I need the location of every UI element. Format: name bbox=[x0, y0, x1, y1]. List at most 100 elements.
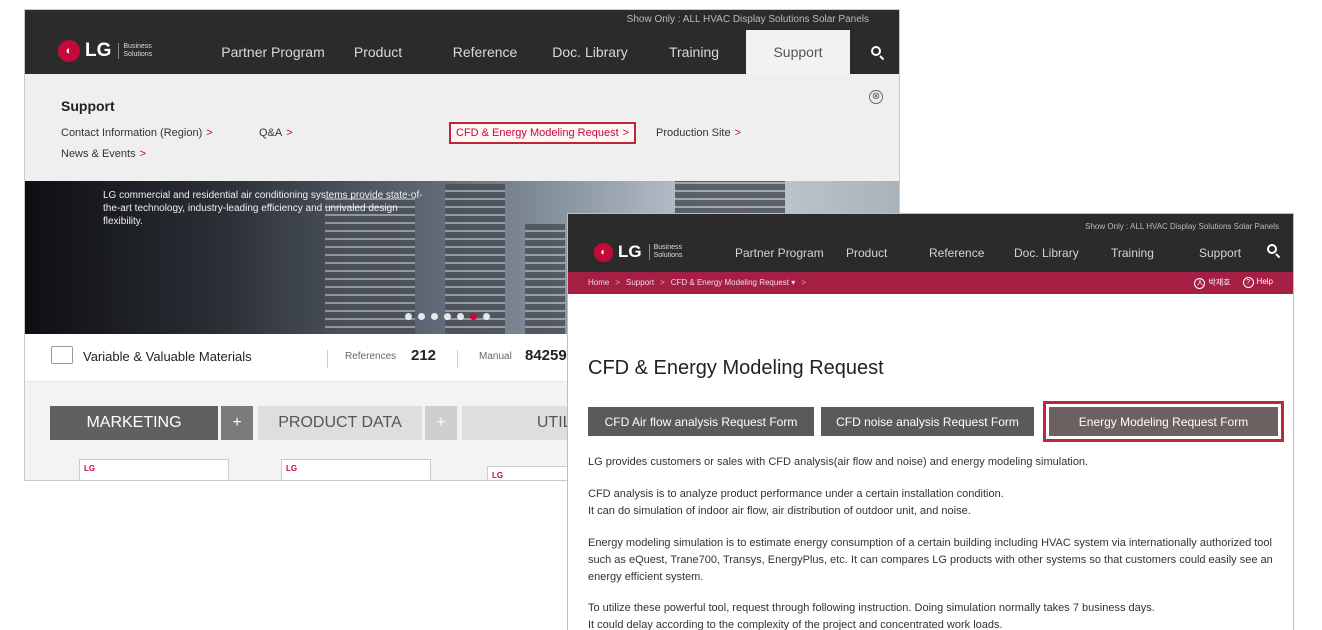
energy-modeling-form-button[interactable]: Energy Modeling Request Form bbox=[1043, 401, 1284, 442]
hero-text: LG commercial and residential air condit… bbox=[103, 190, 423, 227]
cfd-noise-form-button[interactable]: CFD noise analysis Request Form bbox=[821, 407, 1034, 436]
hero-unit-image bbox=[445, 184, 505, 334]
chevron-right-icon: > bbox=[286, 127, 293, 139]
link-contact-information[interactable]: Contact Information (Region) > bbox=[61, 127, 213, 139]
link-news-label: News & Events bbox=[61, 148, 136, 160]
cfd-description-line-1: CFD analysis is to analyze product perfo… bbox=[588, 488, 1004, 500]
nav-training[interactable]: Training bbox=[1111, 246, 1154, 260]
chevron-right-icon: > bbox=[139, 148, 147, 160]
chevron-right-icon: > bbox=[734, 127, 742, 139]
user-name: 박재호 bbox=[1208, 278, 1231, 287]
lg-logo[interactable]: ◐ LG Business Solutions bbox=[58, 40, 162, 62]
link-qa[interactable]: Q&A > bbox=[259, 127, 293, 139]
link-qa-label: Q&A bbox=[259, 127, 283, 139]
breadcrumb: Home > Support > CFD & Energy Modeling Reque… bbox=[588, 278, 812, 287]
carousel-dot[interactable] bbox=[405, 313, 412, 320]
cfd-description-line-2: It can do simulation of indoor air flow,… bbox=[588, 505, 971, 517]
nav-product[interactable]: Product bbox=[846, 246, 887, 260]
instruction-line-2: It could delay according to the complexi… bbox=[588, 619, 1003, 630]
link-cfd-label: CFD & Energy Modeling Request bbox=[456, 127, 619, 139]
chevron-right-icon: > bbox=[622, 127, 630, 139]
manual-count: 84259 bbox=[525, 347, 567, 364]
tab-marketing-expand[interactable]: + bbox=[221, 406, 253, 440]
card-lg-logo: LG bbox=[84, 464, 96, 473]
screenshot-canvas: Show Only : ALL HVAC Display Solutions S… bbox=[0, 0, 1322, 630]
help-label: Help bbox=[1256, 277, 1273, 287]
tab-marketing[interactable]: MARKETING bbox=[50, 406, 218, 440]
nav-partner-program[interactable]: Partner Program bbox=[735, 246, 824, 260]
search-button[interactable] bbox=[1267, 244, 1285, 262]
carousel-dots bbox=[405, 313, 490, 320]
lg-logo-subtitle: Business Solutions bbox=[118, 43, 162, 59]
breadcrumb-bar: Home > Support > CFD & Energy Modeling Reque… bbox=[568, 272, 1293, 294]
references-count: 212 bbox=[411, 347, 437, 364]
breadcrumb-support[interactable]: Support bbox=[626, 278, 654, 287]
help-link[interactable]: ? Help bbox=[1242, 277, 1273, 289]
divider bbox=[457, 350, 458, 368]
user-menu[interactable]: 人 박재호 bbox=[1194, 277, 1231, 289]
breadcrumb-current[interactable]: CFD & Energy Modeling Request ▾ bbox=[671, 278, 796, 287]
nav-reference[interactable]: Reference bbox=[929, 246, 984, 260]
hero-unit-image bbox=[525, 224, 565, 334]
nav-training[interactable]: Training bbox=[655, 30, 733, 74]
link-contact-label: Contact Information (Region) bbox=[61, 127, 203, 139]
link-news-events[interactable]: News & Events > bbox=[61, 148, 146, 160]
nav-support[interactable]: Support bbox=[1199, 246, 1241, 260]
carousel-dot-active[interactable] bbox=[470, 313, 477, 320]
energy-description: Energy modeling simulation is to estimat… bbox=[588, 537, 1273, 583]
tab-product-data-expand[interactable]: + bbox=[425, 406, 457, 440]
show-only-filters[interactable]: Show Only : ALL HVAC Display Solutions S… bbox=[1085, 222, 1279, 231]
folder-icon bbox=[51, 346, 73, 364]
document-card[interactable]: LG bbox=[487, 466, 577, 480]
lg-logo[interactable]: ◐ LG Business Solutions bbox=[594, 242, 689, 262]
link-production-site[interactable]: Production Site > bbox=[656, 127, 741, 139]
tab-product-data[interactable]: PRODUCT DATA bbox=[258, 406, 422, 440]
nav-partner-program[interactable]: Partner Program bbox=[211, 30, 335, 74]
nav-product[interactable]: Product bbox=[343, 30, 413, 74]
breadcrumb-separator-icon: > bbox=[615, 278, 621, 287]
divider bbox=[327, 350, 328, 368]
nav-doc-library[interactable]: Doc. Library bbox=[545, 30, 635, 74]
user-utilities: 人 박재호 ? Help bbox=[1194, 277, 1273, 289]
chevron-right-icon: > bbox=[206, 127, 213, 139]
breadcrumb-home[interactable]: Home bbox=[588, 278, 609, 287]
carousel-dot[interactable] bbox=[444, 313, 451, 320]
stats-title: Variable & Valuable Materials bbox=[83, 349, 252, 364]
search-icon bbox=[1267, 244, 1281, 259]
tab-utility[interactable]: UTILI bbox=[462, 406, 582, 440]
carousel-dot[interactable] bbox=[431, 313, 438, 320]
user-icon: 人 bbox=[1194, 277, 1206, 289]
document-card[interactable]: LG bbox=[79, 459, 229, 480]
breadcrumb-separator-icon: > bbox=[660, 278, 665, 287]
intro-paragraph: LG provides customers or sales with CFD … bbox=[588, 456, 1089, 468]
nav-support[interactable]: Support bbox=[746, 30, 850, 74]
link-cfd-energy-modeling[interactable]: CFD & Energy Modeling Request > bbox=[449, 122, 637, 144]
card-lg-logo: LG bbox=[286, 464, 298, 473]
lg-logo-icon: ◐ bbox=[594, 242, 613, 262]
search-icon bbox=[870, 45, 884, 60]
carousel-dot[interactable] bbox=[457, 313, 464, 320]
instruction-line-1: To utilize these powerful tool, request … bbox=[588, 602, 1155, 614]
carousel-dot[interactable] bbox=[418, 313, 425, 320]
lg-logo-subtitle: Business Solutions bbox=[648, 244, 689, 260]
support-dropdown: Support ⊗ Contact Information (Region) > … bbox=[25, 74, 899, 181]
nav-reference[interactable]: Reference bbox=[445, 30, 525, 74]
link-production-label: Production Site bbox=[656, 127, 731, 139]
document-card[interactable]: LG bbox=[281, 459, 431, 480]
show-only-bar: Show Only : ALL HVAC Display Solutions S… bbox=[25, 10, 899, 30]
card-lg-logo: LG bbox=[492, 471, 504, 480]
main-nav: ◐ LG Business Solutions Partner Program … bbox=[25, 30, 899, 74]
references-label: References bbox=[345, 351, 397, 362]
main-nav: Show Only : ALL HVAC Display Solutions S… bbox=[568, 214, 1293, 272]
help-icon: ? bbox=[1242, 277, 1254, 289]
search-button[interactable] bbox=[865, 40, 889, 64]
lg-logo-text: LG bbox=[618, 242, 642, 261]
lg-logo-text: LG bbox=[85, 40, 112, 61]
cfd-airflow-form-button[interactable]: CFD Air flow analysis Request Form bbox=[588, 407, 814, 436]
show-only-filters[interactable]: Show Only : ALL HVAC Display Solutions S… bbox=[627, 14, 869, 25]
carousel-dot[interactable] bbox=[483, 313, 490, 320]
lg-logo-icon: ◐ bbox=[58, 40, 80, 62]
nav-doc-library[interactable]: Doc. Library bbox=[1014, 246, 1079, 260]
window-cfd-request-page: Show Only : ALL HVAC Display Solutions S… bbox=[567, 213, 1294, 630]
close-icon[interactable]: ⊗ bbox=[869, 90, 883, 104]
